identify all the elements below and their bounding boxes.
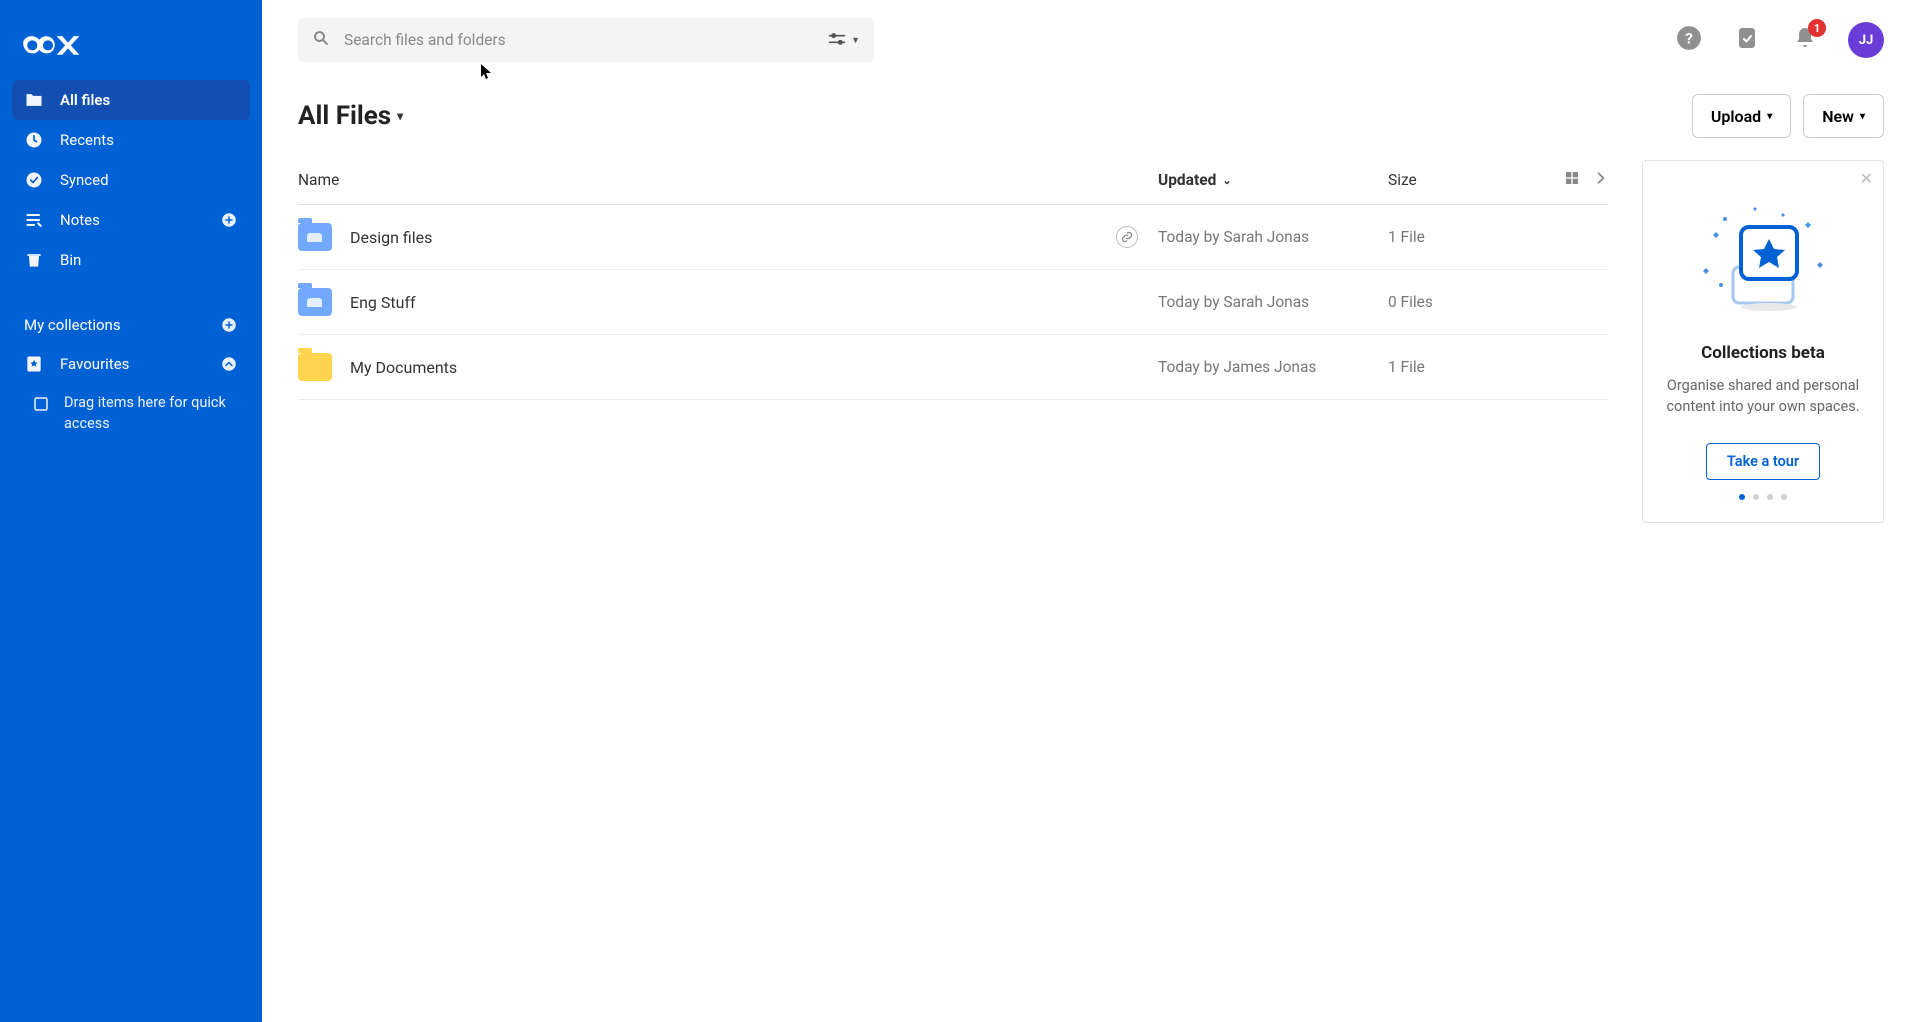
- sidebar-item-label: All files: [60, 91, 110, 109]
- sidebar-item-recents[interactable]: Recents: [12, 120, 250, 160]
- page-title-dropdown[interactable]: All Files ▾: [298, 101, 403, 131]
- caret-down-icon: ▼: [851, 35, 860, 46]
- dot[interactable]: [1781, 494, 1787, 500]
- favourites-drop-zone[interactable]: Drag items here for quick access: [12, 384, 250, 442]
- caret-down-icon: ▾: [1767, 111, 1772, 122]
- dot[interactable]: [1767, 494, 1773, 500]
- top-icon-group: ? 1 JJ: [1674, 22, 1884, 58]
- file-table: Name Updated ⌄ Size Design files: [298, 160, 1608, 400]
- notes-icon: [24, 210, 44, 230]
- caret-down-icon: ▾: [1860, 111, 1865, 122]
- grid-view-icon[interactable]: [1564, 170, 1580, 190]
- sidebar-item-label: Recents: [60, 131, 114, 149]
- table-header: Name Updated ⌄ Size: [298, 160, 1608, 205]
- sidebar-item-bin[interactable]: Bin: [12, 240, 250, 280]
- promo-card: ✕ Collections beta Organise shared and p…: [1642, 160, 1884, 523]
- folder-icon: [298, 353, 332, 381]
- sidebar: All files Recents Synced Notes Bin My co…: [0, 0, 262, 1022]
- search-icon: [312, 29, 330, 51]
- table-row[interactable]: Eng Stuff Today by Sarah Jonas 0 Files: [298, 270, 1608, 335]
- sidebar-item-notes[interactable]: Notes: [12, 200, 250, 240]
- section-label: My collections: [24, 316, 121, 334]
- promo-illustration: [1661, 185, 1865, 325]
- dot[interactable]: [1739, 494, 1745, 500]
- clipboard-check-icon: [1735, 25, 1759, 55]
- cell-updated: Today by Sarah Jonas: [1158, 228, 1388, 246]
- carousel-dots[interactable]: [1661, 494, 1865, 500]
- upload-button[interactable]: Upload ▾: [1692, 94, 1791, 138]
- placeholder-square-icon: [32, 395, 50, 413]
- file-name[interactable]: Design files: [350, 228, 432, 247]
- table-row[interactable]: Design files Today by Sarah Jonas 1 File: [298, 205, 1608, 270]
- content-row: Name Updated ⌄ Size Design files: [298, 160, 1884, 523]
- tasks-button[interactable]: [1732, 25, 1762, 55]
- check-circle-icon: [24, 170, 44, 190]
- star-bookmark-icon: [24, 354, 44, 374]
- sidebar-item-label: Bin: [60, 251, 81, 269]
- upload-label: Upload: [1711, 107, 1761, 126]
- cell-name: Eng Stuff: [298, 288, 1158, 316]
- new-label: New: [1822, 107, 1854, 126]
- sidebar-section-collections[interactable]: My collections: [12, 306, 250, 344]
- sidebar-item-all-files[interactable]: All files: [12, 80, 250, 120]
- page-title: All Files: [298, 101, 391, 131]
- plus-circle-icon[interactable]: [220, 316, 238, 334]
- plus-circle-icon[interactable]: [220, 211, 238, 229]
- cell-size: 1 File: [1388, 228, 1608, 246]
- column-label: Updated: [1158, 171, 1216, 189]
- main-content: ▼ ? 1 JJ All Files ▾ Upload: [262, 0, 1920, 1022]
- file-name[interactable]: My Documents: [350, 358, 457, 377]
- notification-badge: 1: [1808, 19, 1826, 37]
- cell-size: 0 Files: [1388, 293, 1608, 311]
- new-button[interactable]: New ▾: [1803, 94, 1884, 138]
- favourites-drop-label: Drag items here for quick access: [64, 392, 238, 434]
- shared-folder-icon: [298, 288, 332, 316]
- column-header-updated[interactable]: Updated ⌄: [1158, 171, 1388, 189]
- chevron-right-icon[interactable]: [1594, 171, 1608, 189]
- help-button[interactable]: ?: [1674, 25, 1704, 55]
- view-options: [1548, 170, 1608, 190]
- promo-cta-button[interactable]: Take a tour: [1706, 443, 1820, 480]
- sidebar-item-label: Notes: [60, 211, 100, 229]
- dot[interactable]: [1753, 494, 1759, 500]
- sidebar-item-synced[interactable]: Synced: [12, 160, 250, 200]
- caret-down-icon: ▾: [397, 109, 403, 123]
- question-circle-icon: ?: [1676, 25, 1702, 55]
- table-row[interactable]: My Documents Today by James Jonas 1 File: [298, 335, 1608, 400]
- search-options-button[interactable]: ▼: [827, 31, 860, 50]
- promo-title: Collections beta: [1661, 343, 1865, 363]
- column-header-size[interactable]: Size: [1388, 171, 1548, 189]
- shared-link-icon[interactable]: [1116, 226, 1138, 248]
- sidebar-item-label: Favourites: [60, 355, 129, 373]
- svg-text:?: ?: [1685, 29, 1693, 47]
- action-buttons: Upload ▾ New ▾: [1692, 94, 1884, 138]
- close-icon[interactable]: ✕: [1860, 169, 1873, 188]
- file-name[interactable]: Eng Stuff: [350, 293, 416, 312]
- sort-down-icon: ⌄: [1222, 174, 1231, 187]
- bin-icon: [24, 250, 44, 270]
- cell-updated: Today by James Jonas: [1158, 358, 1388, 376]
- avatar[interactable]: JJ: [1848, 22, 1884, 58]
- notifications-button[interactable]: 1: [1790, 25, 1820, 55]
- folder-icon: [24, 90, 44, 110]
- page-header: All Files ▾ Upload ▾ New ▾: [298, 94, 1884, 138]
- topbar: ▼ ? 1 JJ: [298, 18, 1884, 62]
- chevron-up-circle-icon[interactable]: [220, 355, 238, 373]
- cell-name: My Documents: [298, 353, 1158, 381]
- cell-name: Design files: [298, 223, 1158, 251]
- box-logo[interactable]: [18, 20, 250, 62]
- sidebar-item-label: Synced: [60, 171, 109, 189]
- promo-body: Organise shared and personal content int…: [1661, 375, 1865, 417]
- cell-size: 1 File: [1388, 358, 1608, 376]
- clock-icon: [24, 130, 44, 150]
- column-header-name[interactable]: Name: [298, 171, 1158, 189]
- avatar-initials: JJ: [1859, 33, 1874, 48]
- sidebar-item-favourites[interactable]: Favourites: [12, 344, 250, 384]
- sliders-icon: [827, 31, 847, 50]
- shared-folder-icon: [298, 223, 332, 251]
- search-bar[interactable]: ▼: [298, 18, 874, 62]
- cell-updated: Today by Sarah Jonas: [1158, 293, 1388, 311]
- search-input[interactable]: [344, 31, 813, 49]
